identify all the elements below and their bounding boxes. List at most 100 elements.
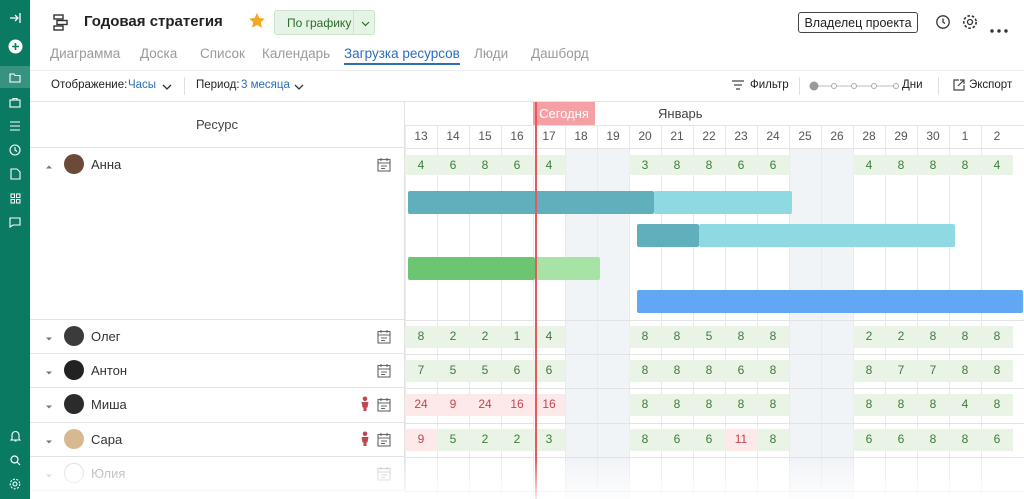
app-root: Годовая стратегия По графику Владелец пр… bbox=[0, 0, 1024, 499]
gear-icon[interactable] bbox=[962, 14, 978, 35]
hour-cell: 6 bbox=[501, 360, 533, 382]
hour-cell: 4 bbox=[949, 394, 981, 416]
chevron-down-icon[interactable] bbox=[44, 331, 54, 341]
today-line bbox=[535, 102, 537, 499]
column-separator bbox=[597, 125, 598, 499]
export-icon[interactable] bbox=[953, 79, 965, 94]
view-tabs: Диаграмма Доска Список Календарь Загрузк… bbox=[30, 44, 1024, 68]
hour-cell: 8 bbox=[917, 326, 949, 348]
hour-cell: 8 bbox=[917, 394, 949, 416]
task-bar[interactable] bbox=[637, 290, 1023, 313]
bell-icon[interactable] bbox=[7, 428, 23, 444]
row-divider bbox=[405, 388, 1024, 389]
period-label: Период: bbox=[196, 79, 240, 91]
project-owner-button[interactable]: Владелец проекта bbox=[798, 12, 918, 33]
settings-icon[interactable] bbox=[7, 476, 23, 492]
tab-workload[interactable]: Загрузка ресурсов bbox=[344, 46, 460, 65]
more-icon[interactable] bbox=[990, 20, 1008, 38]
calendar-icon[interactable] bbox=[377, 466, 391, 481]
hour-cell: 8 bbox=[629, 429, 661, 451]
hour-cell: 8 bbox=[917, 429, 949, 451]
resource-name: Юлия bbox=[91, 466, 126, 481]
day-label: 29 bbox=[894, 129, 908, 143]
resource-row[interactable]: Миша bbox=[30, 388, 405, 423]
resource-row[interactable]: Анна bbox=[30, 148, 405, 320]
calendar-icon[interactable] bbox=[377, 432, 391, 447]
calendar-icon[interactable] bbox=[377, 363, 391, 378]
tab-list[interactable]: Список bbox=[200, 46, 245, 61]
hour-cell: 16 bbox=[533, 394, 565, 416]
hour-cell: 8 bbox=[949, 360, 981, 382]
clock-icon[interactable] bbox=[7, 142, 23, 158]
chevron-down-icon[interactable] bbox=[44, 399, 54, 409]
resource-name: Миша bbox=[91, 397, 127, 412]
toolbar: Отображение: Часы Период: 3 месяца Фильт… bbox=[30, 70, 1024, 100]
task-bar[interactable] bbox=[637, 224, 699, 247]
chevron-down-icon[interactable] bbox=[294, 81, 304, 93]
hour-cell: 6 bbox=[501, 155, 533, 175]
export-button[interactable]: Экспорт bbox=[969, 79, 1012, 91]
hour-cell: 8 bbox=[981, 360, 1013, 382]
calendar-icon[interactable] bbox=[377, 397, 391, 412]
filter-button[interactable]: Фильтр bbox=[750, 79, 789, 91]
hour-cell: 8 bbox=[885, 155, 917, 175]
history-icon[interactable] bbox=[935, 14, 951, 35]
toolbar-divider bbox=[799, 77, 800, 95]
tab-people[interactable]: Люди bbox=[474, 46, 508, 61]
chevron-down-icon[interactable] bbox=[44, 365, 54, 375]
hour-cell: 6 bbox=[437, 155, 469, 175]
resource-row[interactable]: Антон bbox=[30, 354, 405, 388]
chevron-up-icon[interactable] bbox=[44, 159, 54, 169]
calendar-icon[interactable] bbox=[377, 157, 391, 172]
zoom-slider[interactable] bbox=[809, 80, 901, 95]
overload-warning-icon bbox=[360, 396, 370, 412]
tab-dashboard[interactable]: Дашборд bbox=[531, 46, 589, 61]
period-value[interactable]: 3 месяца bbox=[241, 79, 290, 91]
chevron-down-icon[interactable] bbox=[44, 468, 54, 478]
task-bar[interactable] bbox=[408, 257, 535, 280]
add-icon[interactable] bbox=[7, 38, 23, 54]
chevron-down-icon[interactable] bbox=[44, 434, 54, 444]
avatar bbox=[64, 326, 84, 346]
row-divider bbox=[405, 491, 1024, 492]
resource-row[interactable]: Юлия bbox=[30, 457, 405, 491]
task-bar[interactable] bbox=[654, 191, 792, 214]
tab-calendar[interactable]: Календарь bbox=[262, 46, 330, 61]
hour-cell: 16 bbox=[501, 394, 533, 416]
day-label: 22 bbox=[702, 129, 716, 143]
briefcase-icon[interactable] bbox=[7, 94, 23, 110]
column-separator bbox=[565, 125, 566, 499]
avatar bbox=[64, 154, 84, 174]
hour-cell: 8 bbox=[469, 155, 501, 175]
document-icon[interactable] bbox=[7, 166, 23, 182]
list-icon[interactable] bbox=[7, 118, 23, 134]
hour-cell: 8 bbox=[661, 394, 693, 416]
tab-board[interactable]: Доска bbox=[140, 46, 177, 61]
hour-cell: 6 bbox=[725, 360, 757, 382]
apps-icon[interactable] bbox=[7, 190, 23, 206]
display-value[interactable]: Часы bbox=[128, 79, 156, 91]
status-dropdown[interactable]: По графику bbox=[274, 10, 375, 35]
calendar-icon[interactable] bbox=[377, 329, 391, 344]
tab-gantt[interactable]: Диаграмма bbox=[50, 46, 120, 61]
task-bar[interactable] bbox=[408, 191, 654, 214]
collapse-icon[interactable] bbox=[7, 10, 23, 26]
hour-cell: 6 bbox=[885, 429, 917, 451]
day-label: 13 bbox=[414, 129, 428, 143]
search-icon[interactable] bbox=[7, 452, 23, 468]
folder-icon[interactable] bbox=[0, 66, 30, 88]
chat-icon[interactable] bbox=[7, 214, 23, 230]
day-label: 19 bbox=[606, 129, 620, 143]
chevron-down-icon[interactable] bbox=[162, 81, 172, 93]
star-icon[interactable] bbox=[248, 12, 266, 30]
filter-icon[interactable] bbox=[731, 80, 745, 93]
task-bar[interactable] bbox=[699, 224, 955, 247]
resource-row[interactable]: Сара bbox=[30, 423, 405, 457]
resource-row[interactable]: Олег bbox=[30, 320, 405, 354]
task-bar[interactable] bbox=[535, 257, 600, 280]
hour-cell: 24 bbox=[469, 394, 501, 416]
resource-name: Олег bbox=[91, 329, 121, 344]
hour-cell: 6 bbox=[661, 429, 693, 451]
avatar bbox=[64, 429, 84, 449]
row-divider bbox=[405, 423, 1024, 424]
